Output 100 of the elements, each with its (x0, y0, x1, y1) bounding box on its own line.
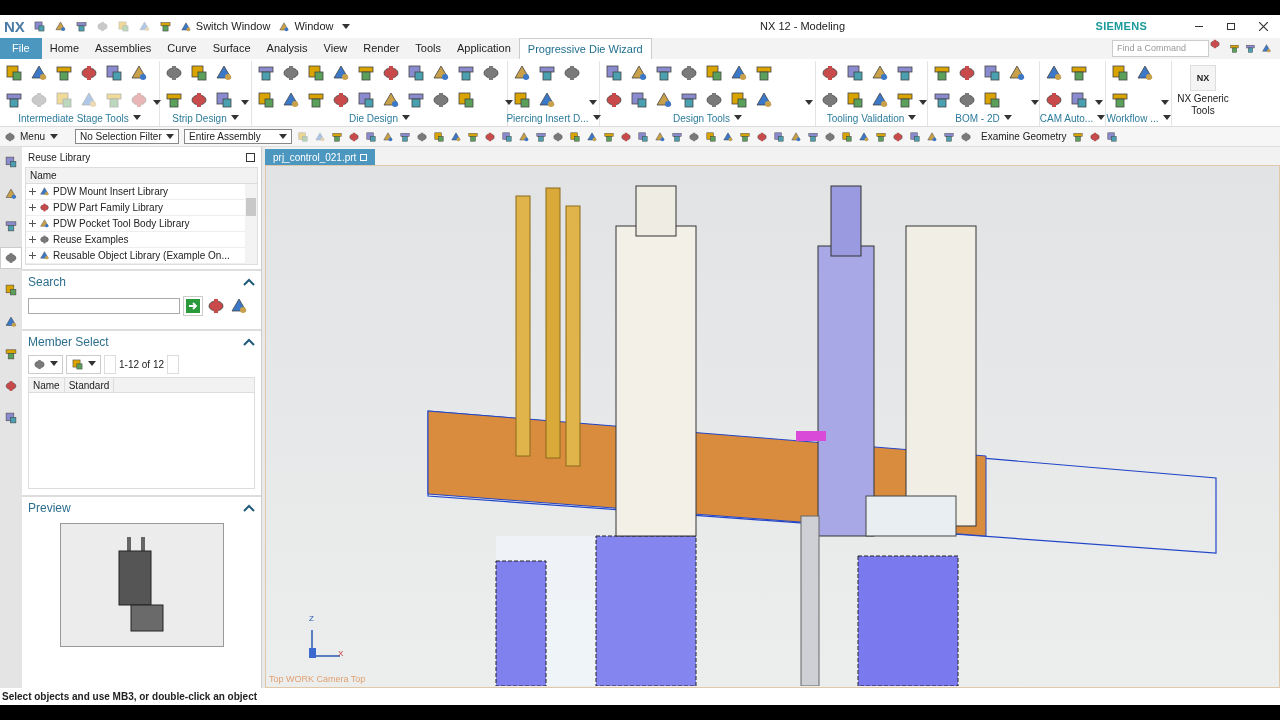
go-button[interactable] (183, 296, 203, 316)
caret-icon[interactable] (1162, 115, 1171, 121)
ribbon-tool-icon[interactable] (629, 63, 649, 83)
ribbon-tab[interactable]: Render (355, 38, 408, 59)
generic-tools-button[interactable]: NX Generic Tools (1174, 93, 1232, 117)
more-icon[interactable] (1161, 100, 1169, 106)
expand-icon[interactable] (29, 204, 36, 211)
collapse-icon[interactable] (243, 504, 255, 512)
ribbon-tool-icon[interactable] (189, 63, 209, 83)
ribbon-tool-icon[interactable] (845, 63, 865, 83)
ribbon-tool-icon[interactable] (381, 63, 401, 83)
ribbon-tool-icon[interactable] (982, 89, 1002, 110)
more-icon[interactable] (241, 100, 249, 106)
ribbon-tab[interactable]: Home (41, 38, 88, 59)
toolbar-icon[interactable] (501, 130, 513, 143)
ribbon-tool-icon[interactable] (214, 63, 234, 83)
ribbon-tab[interactable]: Curve (159, 38, 205, 59)
generic-tools-icon[interactable]: NX (1190, 65, 1216, 91)
toolbar-icon[interactable] (875, 130, 887, 143)
toolbar-icon[interactable] (586, 130, 598, 143)
selection-filter-dropdown[interactable]: No Selection Filter (75, 129, 179, 144)
graphics-viewport[interactable]: Z X Top WORK Camera Top (265, 165, 1280, 688)
ribbon-tab[interactable]: Progressive Die Wizard (518, 38, 652, 59)
toolbar-icon[interactable] (569, 130, 581, 143)
quick-access-icon[interactable] (158, 20, 172, 33)
ribbon-tool-icon[interactable] (431, 63, 451, 83)
quick-access-icon[interactable] (74, 20, 88, 33)
toolbar-icon[interactable] (331, 130, 343, 143)
expand-icon[interactable] (29, 236, 36, 243)
window-menu-button[interactable]: Window (278, 18, 334, 35)
view-dropdown[interactable] (28, 354, 63, 374)
toolbar-icon[interactable] (790, 130, 802, 143)
filter-dropdown[interactable] (66, 354, 101, 374)
quick-access-icon[interactable] (53, 20, 67, 33)
toolbar-icon[interactable] (518, 130, 530, 143)
ribbon-tool-icon[interactable] (331, 63, 351, 83)
ribbon-tool-icon[interactable] (512, 89, 532, 110)
toolbar-icon[interactable] (399, 130, 411, 143)
ribbon-tool-icon[interactable] (164, 63, 184, 83)
ribbon-tab[interactable]: Application (449, 38, 519, 59)
toolbar-icon[interactable] (841, 130, 853, 143)
toolbar-icon[interactable] (722, 130, 734, 143)
more-icon[interactable] (1031, 100, 1039, 106)
ribbon-tool-icon[interactable] (1044, 63, 1064, 83)
toolbar-icon[interactable] (535, 130, 547, 143)
ribbon-tab[interactable]: Surface (204, 38, 259, 59)
more-icon[interactable] (505, 100, 513, 106)
close-icon[interactable] (1259, 22, 1268, 31)
ribbon-tool-icon[interactable] (281, 63, 301, 83)
switch-window-button[interactable]: Switch Window (179, 18, 271, 35)
more-icon[interactable] (919, 100, 927, 106)
ribbon-tool-icon[interactable] (654, 63, 674, 83)
ribbon-option-icon[interactable] (1229, 43, 1240, 54)
more-icon[interactable] (153, 100, 161, 106)
toolbar-icon[interactable] (348, 130, 360, 143)
quick-access-icon[interactable] (32, 20, 46, 33)
library-icon[interactable] (39, 234, 50, 245)
toolbar-icon[interactable] (688, 130, 700, 143)
caret-icon[interactable] (50, 133, 58, 140)
ribbon-tool-icon[interactable] (704, 63, 724, 83)
menu-button[interactable]: Menu (4, 129, 45, 144)
ribbon-tool-icon[interactable] (29, 63, 49, 83)
caret-icon[interactable] (1003, 115, 1012, 121)
toolbar-icon[interactable] (654, 130, 666, 143)
more-icon[interactable] (1095, 100, 1103, 106)
ribbon-tool-icon[interactable] (537, 63, 557, 83)
ribbon-tool-icon[interactable] (512, 63, 532, 83)
ribbon-tool-icon[interactable] (845, 89, 865, 110)
toolbar-icon[interactable] (926, 130, 938, 143)
more-icon[interactable] (805, 100, 813, 106)
ribbon-tool-icon[interactable] (629, 89, 649, 110)
ribbon-tool-icon[interactable] (306, 63, 326, 83)
toolbar-icon[interactable] (858, 130, 870, 143)
ribbon-tab[interactable]: View (315, 38, 356, 59)
collapse-icon[interactable] (243, 338, 255, 346)
caret-icon[interactable] (50, 361, 58, 367)
scope-dropdown[interactable]: Entire Assembly (184, 129, 292, 144)
caret-icon[interactable] (88, 361, 96, 367)
library-icon[interactable] (39, 250, 50, 261)
toolbar-icon[interactable] (739, 130, 751, 143)
toolbar-icon[interactable] (416, 130, 428, 143)
toolbar-icon[interactable] (807, 130, 819, 143)
ribbon-tool-icon[interactable] (754, 63, 774, 83)
scrollbar[interactable] (245, 184, 257, 264)
library-icon[interactable] (39, 218, 50, 229)
ribbon-tool-icon[interactable] (104, 63, 124, 83)
toolbar-icon[interactable] (1071, 130, 1084, 143)
command-finder-field[interactable]: Find a Command (1112, 40, 1209, 57)
ribbon-tool-icon[interactable] (456, 63, 476, 83)
toolbar-icon[interactable] (824, 130, 836, 143)
ribbon-tool-icon[interactable] (895, 63, 915, 83)
ribbon-tool-icon[interactable] (256, 63, 276, 83)
caret-icon[interactable] (908, 115, 917, 121)
toolbar-icon[interactable] (943, 130, 955, 143)
ribbon-tool-icon[interactable] (356, 89, 376, 110)
search-field[interactable] (28, 298, 180, 314)
toolbar-icon[interactable] (484, 130, 496, 143)
toolbar-icon[interactable] (892, 130, 904, 143)
ribbon-tool-icon[interactable] (214, 89, 234, 110)
ribbon-tool-icon[interactable] (1110, 63, 1130, 83)
